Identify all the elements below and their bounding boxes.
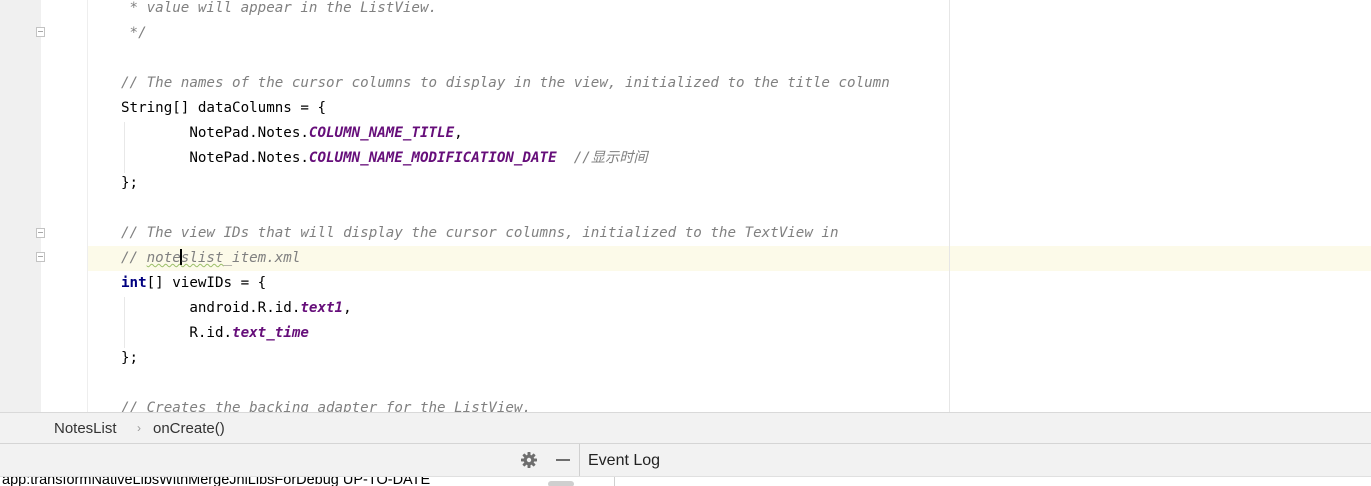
breadcrumb-separator-icon: › <box>137 421 141 435</box>
code-editor[interactable]: * value will appear in the ListView. */ /… <box>0 0 1371 412</box>
code-line-comment-adapter[interactable]: // Creates the backing adapter for the L… <box>121 396 531 412</box>
event-log-title: Event Log <box>588 452 661 469</box>
code-line-comment-xml-file[interactable]: // noteslist_item.xml <box>121 246 300 271</box>
minimize-icon[interactable] <box>552 449 574 471</box>
code-line-javadoc-line-1[interactable]: * value will appear in the ListView. <box>121 0 438 21</box>
fold-marker-comment-start[interactable] <box>36 228 45 238</box>
code-token: NotePad.Notes. <box>121 125 309 141</box>
code-line-view-ids-close[interactable]: }; <box>121 346 138 371</box>
code-token: COLUMN_NAME_TITLE <box>308 125 455 141</box>
code-token: // The names of the cursor columns to di… <box>121 75 890 91</box>
code-token: _item.xml <box>223 250 301 266</box>
code-token: R.id. <box>121 325 233 341</box>
breadcrumb-class[interactable]: NotesList <box>54 413 117 444</box>
code-token: // The view IDs that will display the cu… <box>121 225 839 241</box>
tool-window-header: Event Log <box>0 443 1371 477</box>
code-line-view-ids-decl[interactable]: int[] viewIDs = { <box>121 271 266 296</box>
code-token: text_time <box>232 325 309 341</box>
code-line-column-title-entry[interactable]: NotePad.Notes.COLUMN_NAME_TITLE, <box>121 121 463 146</box>
code-token: note <box>146 250 181 266</box>
fold-gutter <box>41 0 88 412</box>
breadcrumb: NotesList › onCreate() <box>0 412 1371 443</box>
code-token: String[] dataColumns = { <box>121 100 326 116</box>
code-token: android.R.id. <box>121 300 301 316</box>
code-token: // <box>121 250 147 266</box>
code-line-column-date-entry[interactable]: NotePad.Notes.COLUMN_NAME_MODIFICATION_D… <box>121 146 648 171</box>
code-token: NotePad.Notes. <box>121 150 309 166</box>
code-token: COLUMN_NAME_MODIFICATION_DATE <box>308 150 557 166</box>
breadcrumb-method[interactable]: onCreate() <box>153 413 225 444</box>
fold-marker-javadoc[interactable] <box>36 27 45 37</box>
horizontal-scrollbar[interactable] <box>548 481 574 486</box>
code-token: text1 <box>300 300 344 316</box>
code-token: slist <box>180 250 224 266</box>
code-token: //显示时间 <box>573 150 648 166</box>
panel-divider[interactable] <box>579 444 580 477</box>
code-line-comment-data-columns[interactable]: // The names of the cursor columns to di… <box>121 71 890 96</box>
line-gutter[interactable] <box>0 0 42 412</box>
code-token: */ <box>121 25 147 41</box>
code-line-view-id-text-time[interactable]: R.id.text_time <box>121 321 309 346</box>
code-line-javadoc-close[interactable]: */ <box>121 21 147 46</box>
gear-icon[interactable] <box>518 449 540 471</box>
code-line-view-id-text1[interactable]: android.R.id.text1, <box>121 296 352 321</box>
code-token: // Creates the backing adapter for the L… <box>121 400 531 412</box>
code-token: , <box>343 300 352 316</box>
code-token: * value will appear in the ListView. <box>121 0 438 16</box>
code-line-data-columns-decl[interactable]: String[] dataColumns = { <box>121 96 326 121</box>
code-token: }; <box>121 350 139 366</box>
code-token: [] viewIDs = { <box>146 275 267 291</box>
code-token: , <box>454 125 463 141</box>
right-margin-guide <box>949 0 950 412</box>
code-token: int <box>121 275 147 291</box>
code-line-comment-view-ids[interactable]: // The view IDs that will display the cu… <box>121 221 839 246</box>
code-token: }; <box>121 175 139 191</box>
fold-marker-comment-end[interactable] <box>36 252 45 262</box>
code-line-data-columns-close[interactable]: }; <box>121 171 138 196</box>
